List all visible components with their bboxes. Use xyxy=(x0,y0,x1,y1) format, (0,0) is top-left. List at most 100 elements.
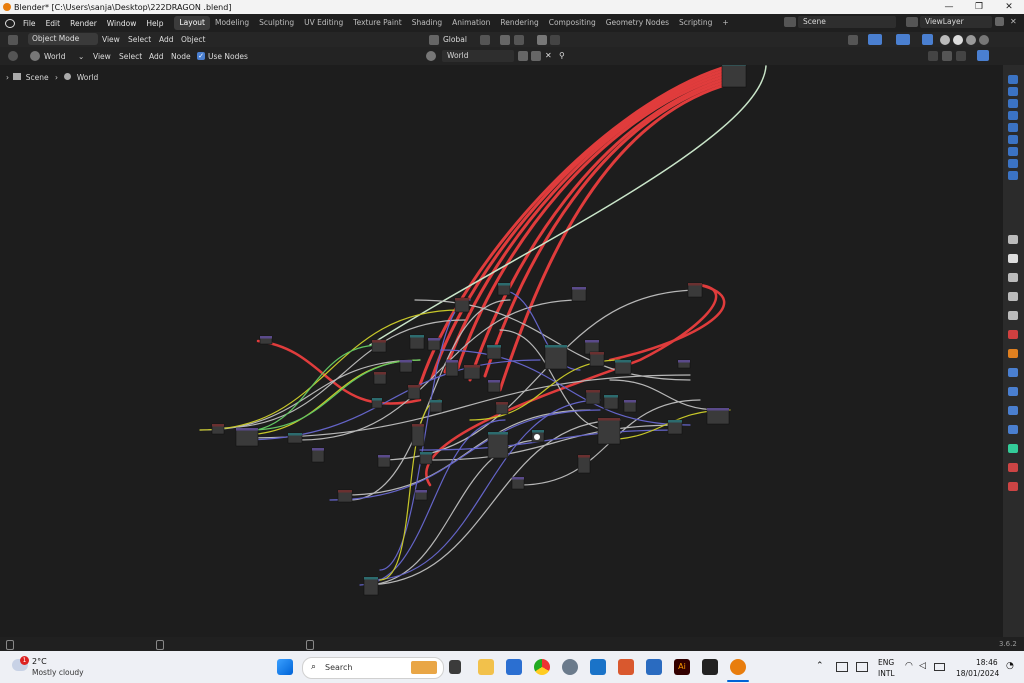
world-props-icon[interactable] xyxy=(1008,330,1018,339)
modifier-icon[interactable] xyxy=(1008,368,1018,377)
breadcrumb-world[interactable]: World xyxy=(77,73,99,82)
xray-icon[interactable] xyxy=(922,34,933,45)
object-types-icon[interactable] xyxy=(848,35,858,45)
clock-date[interactable]: 18/01/2024 xyxy=(956,669,999,678)
shader-node[interactable] xyxy=(721,65,747,88)
tab-layout[interactable]: Layout xyxy=(174,16,210,30)
material-icon[interactable] xyxy=(1008,463,1018,472)
tool-icon[interactable] xyxy=(1008,235,1018,244)
use-nodes-checkbox[interactable]: ✓ xyxy=(197,52,205,60)
tab-sculpting[interactable]: Sculpting xyxy=(254,16,299,30)
editor-type-icon[interactable] xyxy=(8,35,18,45)
language-bottom[interactable]: INTL xyxy=(878,669,895,678)
overlays-icon[interactable] xyxy=(896,34,910,45)
app-orange-icon[interactable] xyxy=(618,659,634,675)
menu-select[interactable]: Select xyxy=(128,35,151,44)
menu-select[interactable]: Select xyxy=(119,52,142,61)
wifi-icon[interactable]: ◠ xyxy=(905,661,913,671)
tab-compositing[interactable]: Compositing xyxy=(544,16,601,30)
tab-uv-editing[interactable]: UV Editing xyxy=(299,16,348,30)
start-button-icon[interactable] xyxy=(277,659,293,675)
falloff-icon[interactable] xyxy=(550,35,560,45)
shader-node[interactable] xyxy=(411,423,425,447)
tray-display-icon[interactable] xyxy=(856,662,868,672)
unlink-world-icon[interactable]: ✕ xyxy=(545,51,552,60)
snap-target-icon[interactable] xyxy=(514,35,524,45)
snap-icon[interactable] xyxy=(500,35,510,45)
shader-node[interactable] xyxy=(235,427,259,447)
collection-icon[interactable] xyxy=(1008,87,1018,96)
menu-add[interactable]: Add xyxy=(159,35,174,44)
clock-time[interactable]: 18:46 xyxy=(976,658,998,667)
collection-icon[interactable] xyxy=(1008,75,1018,84)
battery-icon[interactable] xyxy=(934,663,945,671)
transform-orientation-dropdown[interactable]: Global xyxy=(443,35,467,44)
collection-icon[interactable] xyxy=(1008,147,1018,156)
world-browse-icon[interactable] xyxy=(426,51,436,61)
gizmo-icon[interactable] xyxy=(868,34,882,45)
tab-scripting[interactable]: Scripting xyxy=(674,16,717,30)
world-name-field[interactable]: World xyxy=(442,50,514,62)
view-layer-icon[interactable] xyxy=(1008,292,1018,301)
breadcrumb-scene[interactable]: Scene xyxy=(26,73,49,82)
illustrator-icon[interactable]: Ai xyxy=(674,659,690,675)
remove-viewlayer-icon[interactable]: ✕ xyxy=(1010,17,1017,26)
tray-chevron-up-icon[interactable]: ⌃ xyxy=(816,661,824,671)
menu-object[interactable]: Object xyxy=(181,35,205,44)
new-viewlayer-icon[interactable] xyxy=(995,17,1004,26)
object-props-icon[interactable] xyxy=(1008,349,1018,358)
node-overlays-icon[interactable] xyxy=(977,50,989,61)
texture-icon[interactable] xyxy=(1008,482,1018,491)
menu-add[interactable]: Add xyxy=(149,52,164,61)
scene-name-field[interactable]: Scene xyxy=(798,16,896,28)
tab-animation[interactable]: Animation xyxy=(447,16,495,30)
scene-selector-icon[interactable] xyxy=(784,17,796,27)
pivot-icon[interactable] xyxy=(480,35,490,45)
particles-icon[interactable] xyxy=(1008,387,1018,396)
physics-icon[interactable] xyxy=(1008,406,1018,415)
volume-icon[interactable]: ◁ xyxy=(919,661,926,671)
file-explorer-icon[interactable] xyxy=(478,659,494,675)
shading-solid-icon[interactable] xyxy=(953,35,963,45)
fake-user-icon[interactable] xyxy=(518,51,528,61)
tab-shading[interactable]: Shading xyxy=(407,16,447,30)
close-button[interactable]: ✕ xyxy=(994,0,1024,14)
duplicate-world-icon[interactable] xyxy=(531,51,541,61)
collection-icon[interactable] xyxy=(1008,135,1018,144)
shader-type-icon[interactable] xyxy=(8,51,18,61)
sidebar-toggle-icon[interactable] xyxy=(956,51,966,61)
mail-icon[interactable] xyxy=(646,659,662,675)
collection-icon[interactable] xyxy=(1008,111,1018,120)
shading-material-icon[interactable] xyxy=(966,35,976,45)
tab-rendering[interactable]: Rendering xyxy=(495,16,543,30)
menu-window[interactable]: Window xyxy=(102,19,142,28)
pin-icon[interactable]: ⚲ xyxy=(559,51,565,60)
app-dark-icon[interactable] xyxy=(702,659,718,675)
menu-render[interactable]: Render xyxy=(65,19,102,28)
node-graph-canvas[interactable] xyxy=(0,65,1003,637)
minimize-button[interactable]: — xyxy=(934,0,964,14)
store-icon[interactable] xyxy=(506,659,522,675)
menu-view[interactable]: View xyxy=(102,35,120,44)
viewlayer-selector-icon[interactable] xyxy=(906,17,918,27)
menu-node[interactable]: Node xyxy=(171,52,191,61)
world-type-chevron-icon[interactable]: ⌄ xyxy=(78,52,84,61)
tab-modeling[interactable]: Modeling xyxy=(210,16,254,30)
collection-icon[interactable] xyxy=(1008,171,1018,180)
world-type-dropdown[interactable]: World xyxy=(44,52,66,61)
output-icon[interactable] xyxy=(1008,273,1018,282)
menu-help[interactable]: Help xyxy=(141,19,168,28)
maximize-button[interactable]: ❐ xyxy=(964,0,994,14)
data-icon[interactable] xyxy=(1008,444,1018,453)
shader-node[interactable] xyxy=(577,454,591,474)
overlay-node-icon[interactable] xyxy=(942,51,952,61)
menu-file[interactable]: File xyxy=(18,19,41,28)
chrome-icon[interactable] xyxy=(534,659,550,675)
shading-rendered-icon[interactable] xyxy=(979,35,989,45)
collection-icon[interactable] xyxy=(1008,123,1018,132)
constraints-icon[interactable] xyxy=(1008,425,1018,434)
proportional-edit-icon[interactable] xyxy=(537,35,547,45)
menu-edit[interactable]: Edit xyxy=(41,19,66,28)
shader-node[interactable] xyxy=(363,576,379,596)
collection-icon[interactable] xyxy=(1008,159,1018,168)
